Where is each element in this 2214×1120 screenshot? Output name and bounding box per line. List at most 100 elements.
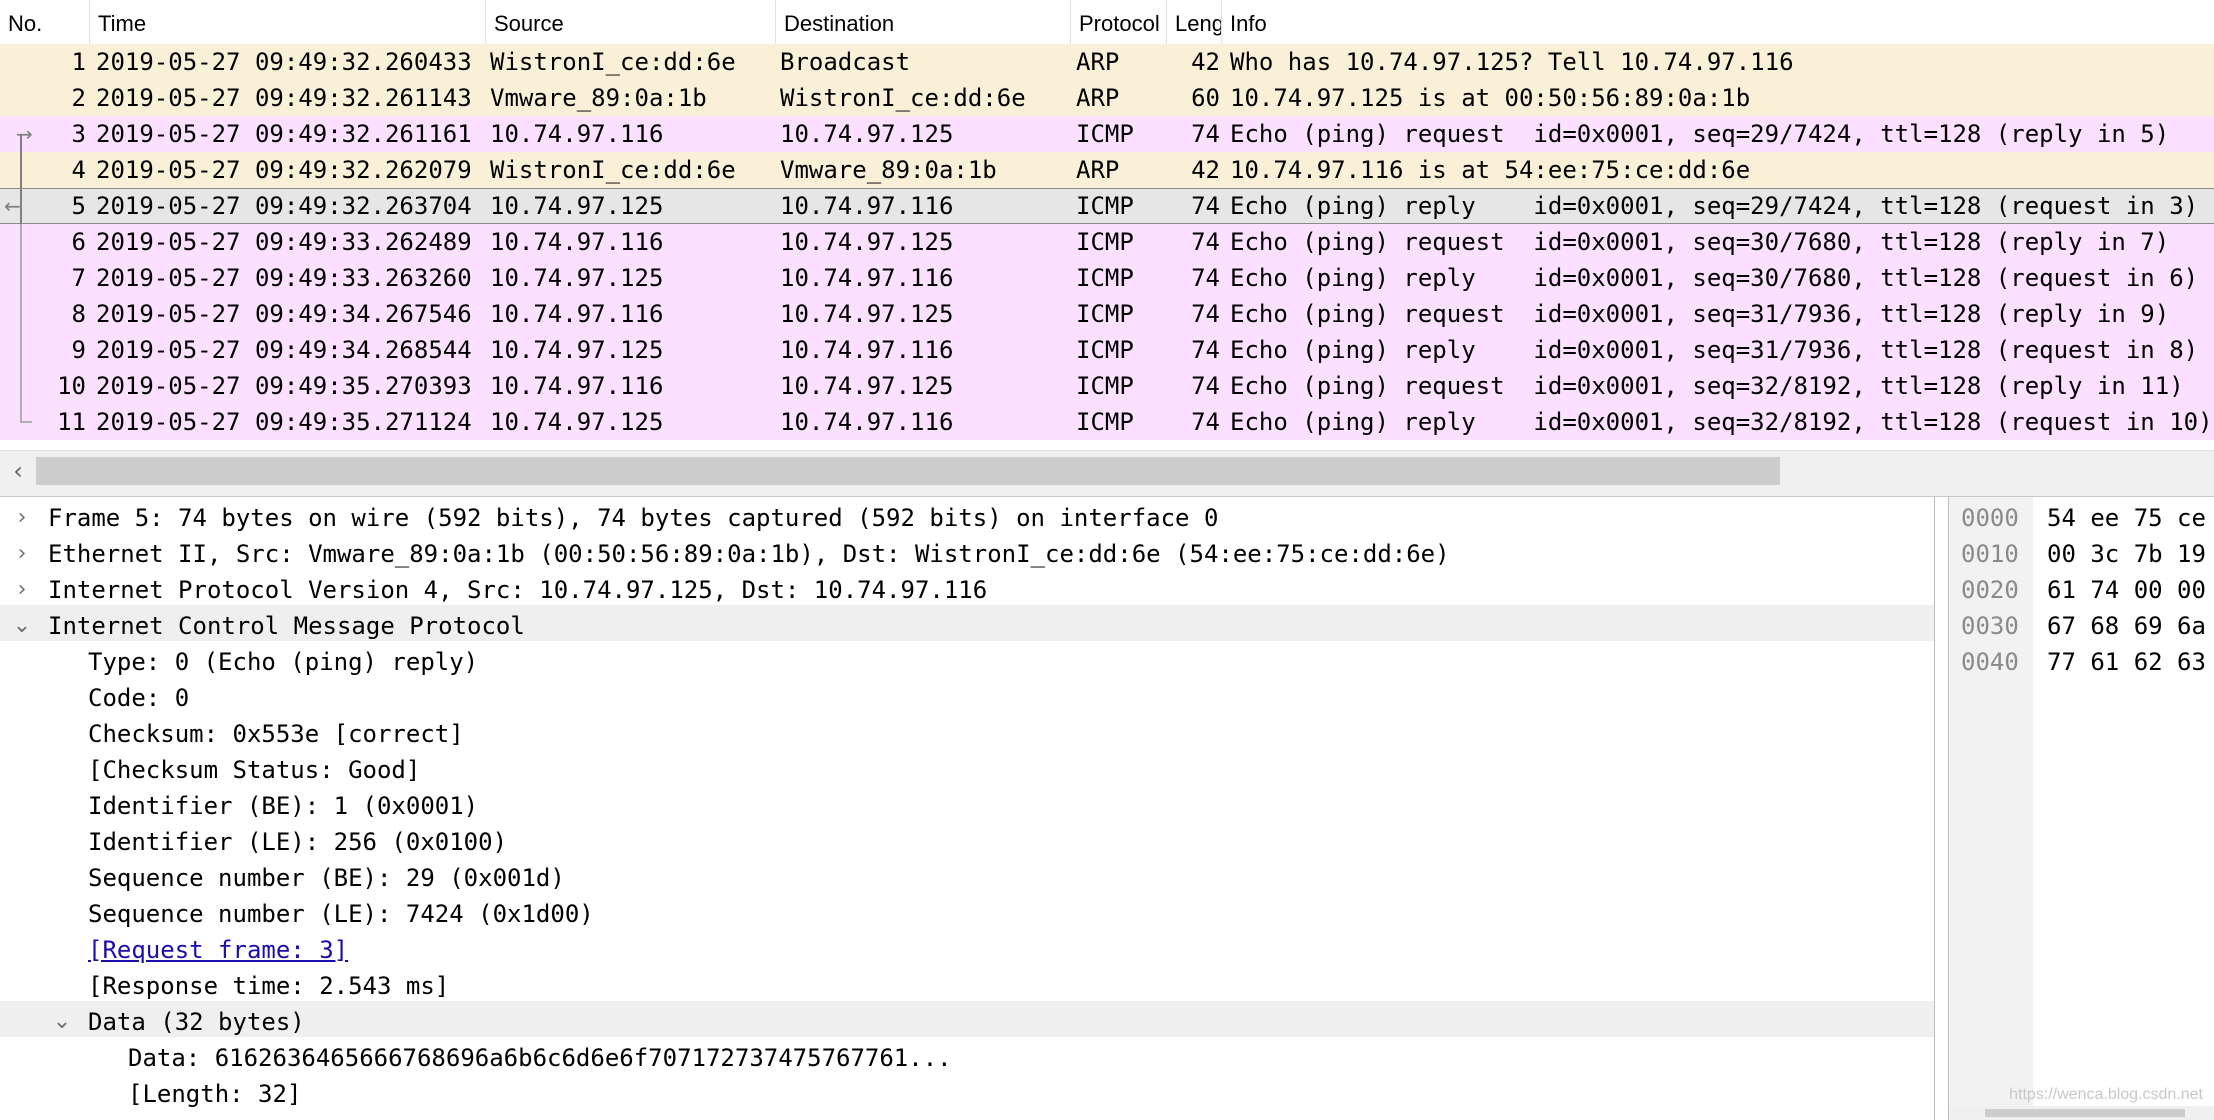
column-time[interactable]: Time [90,0,486,44]
hex-row[interactable]: 0020 61 74 00 00 [1949,569,2214,605]
packet-destination: Broadcast [780,48,911,76]
packet-length: 74 [1191,336,1220,364]
tree-field-identifier-be[interactable]: Identifier (BE): 1 (0x0001) [0,785,1934,821]
tree-field-response-time[interactable]: [Response time: 2.543 ms] [0,965,1934,1001]
tree-field-sequence-be[interactable]: Sequence number (BE): 29 (0x001d) [0,857,1934,893]
chevron-down-icon[interactable]: ⌄ [50,1001,74,1037]
pane-splitter[interactable] [0,490,2214,497]
packet-source: WistronI_ce:dd:6e [490,48,736,76]
packet-length: 42 [1191,48,1220,76]
packet-no: 9 [71,336,86,364]
column-no[interactable]: No. [0,0,90,44]
packet-row[interactable]: 11 2019-05-27 09:49:35.271124 10.74.97.1… [0,404,2214,440]
scrollbar-thumb[interactable] [36,457,1780,485]
tree-field-code[interactable]: Code: 0 [0,677,1934,713]
packet-time: 2019-05-27 09:49:33.262489 [96,228,472,256]
packet-info: Echo (ping) request id=0x0001, seq=29/74… [1230,120,2170,148]
packet-rows: 1 2019-05-27 09:49:32.260433 WistronI_ce… [0,44,2214,440]
packet-time: 2019-05-27 09:49:32.261143 [96,84,472,112]
hex-row[interactable]: 0040 77 61 62 63 [1949,641,2214,677]
hex-bytes[interactable]: 77 61 62 63 [2047,641,2206,683]
packet-destination: 10.74.97.125 [780,120,954,148]
packet-length: 74 [1191,192,1220,220]
tree-field-checksum[interactable]: Checksum: 0x553e [correct] [0,713,1934,749]
hex-row[interactable]: 0000 54 ee 75 ce [1949,497,2214,533]
tree-item-icmp[interactable]: ⌄ Internet Control Message Protocol [0,605,1934,641]
column-destination[interactable]: Destination [776,0,1071,44]
packet-destination: 10.74.97.125 [780,372,954,400]
packet-time: 2019-05-27 09:49:32.263704 [96,192,472,220]
packet-source: 10.74.97.125 [490,192,664,220]
packet-row[interactable]: 7 2019-05-27 09:49:33.263260 10.74.97.12… [0,260,2214,296]
tree-field-sequence-le[interactable]: Sequence number (LE): 7424 (0x1d00) [0,893,1934,929]
tree-field-identifier-le[interactable]: Identifier (LE): 256 (0x0100) [0,821,1934,857]
tree-item-frame[interactable]: › Frame 5: 74 bytes on wire (592 bits), … [0,497,1934,533]
packet-time: 2019-05-27 09:49:34.268544 [96,336,472,364]
packet-no: 1 [71,48,86,76]
chevron-right-icon[interactable]: › [10,497,34,533]
packet-row[interactable]: 6 2019-05-27 09:49:33.262489 10.74.97.11… [0,224,2214,260]
packet-no: 8 [71,300,86,328]
packet-length: 60 [1191,84,1220,112]
packet-row-selected[interactable]: ← 5 2019-05-27 09:49:32.263704 10.74.97.… [0,188,2214,224]
packet-length: 74 [1191,228,1220,256]
packet-list-horizontal-scrollbar[interactable]: ‹ [0,450,2214,491]
packet-length: 74 [1191,300,1220,328]
tree-field-length[interactable]: [Length: 32] [0,1073,1934,1109]
packet-row[interactable]: 10 2019-05-27 09:49:35.270393 10.74.97.1… [0,368,2214,404]
scrollbar-thumb[interactable] [1985,1109,2185,1117]
packet-info: Echo (ping) request id=0x0001, seq=31/79… [1230,300,2170,328]
column-length[interactable]: Leng [1167,0,1222,44]
packet-length: 42 [1191,156,1220,184]
chevron-down-icon[interactable]: ⌄ [10,605,34,641]
packet-time: 2019-05-27 09:49:35.270393 [96,372,472,400]
packet-no: 11 [57,408,86,436]
tree-item-data[interactable]: ⌄ Data (32 bytes) [0,1001,1934,1037]
packet-row[interactable]: 4 2019-05-27 09:49:32.262079 WistronI_ce… [0,152,2214,188]
packet-source: 10.74.97.125 [490,336,664,364]
hex-row[interactable]: 0030 67 68 69 6a [1949,605,2214,641]
packet-info: Echo (ping) reply id=0x0001, seq=32/8192… [1230,408,2213,436]
tree-field-label: [Length: 32] [128,1080,302,1108]
packet-destination: 10.74.97.116 [780,408,954,436]
tree-field-request-frame[interactable]: [Request frame: 3] [0,929,1934,965]
column-info[interactable]: Info [1222,0,2214,44]
tree-item-ipv4[interactable]: › Internet Protocol Version 4, Src: 10.7… [0,569,1934,605]
packet-row[interactable]: → 3 2019-05-27 09:49:32.261161 10.74.97.… [0,116,2214,152]
packet-no: 4 [71,156,86,184]
packet-info: 10.74.97.116 is at 54:ee:75:ce:dd:6e [1230,156,1751,184]
tree-item-ethernet[interactable]: › Ethernet II, Src: Vmware_89:0a:1b (00:… [0,533,1934,569]
packet-row[interactable]: 2 2019-05-27 09:49:32.261143 Vmware_89:0… [0,80,2214,116]
packet-length: 74 [1191,264,1220,292]
column-source[interactable]: Source [486,0,776,44]
chevron-right-icon[interactable]: › [10,533,34,569]
packet-source: 10.74.97.116 [490,120,664,148]
packet-source: 10.74.97.125 [490,264,664,292]
packet-info: 10.74.97.125 is at 00:50:56:89:0a:1b [1230,84,1751,112]
packet-time: 2019-05-27 09:49:33.263260 [96,264,472,292]
hex-row[interactable]: 0010 00 3c 7b 19 [1949,533,2214,569]
packet-destination: Vmware_89:0a:1b [780,156,997,184]
packet-length: 74 [1191,372,1220,400]
column-header: No. Time Source Destination Protocol Len… [0,0,2214,45]
scroll-left-icon[interactable]: ‹ [6,451,30,491]
packet-destination: 10.74.97.116 [780,336,954,364]
packet-time: 2019-05-27 09:49:32.262079 [96,156,472,184]
tree-field-data[interactable]: Data: 6162636465666768696a6b6c6d6e6f7071… [0,1037,1934,1073]
packet-destination: 10.74.97.125 [780,300,954,328]
packet-no: 2 [71,84,86,112]
packet-info: Echo (ping) request id=0x0001, seq=30/76… [1230,228,2170,256]
packet-destination: 10.74.97.125 [780,228,954,256]
packet-row[interactable]: 1 2019-05-27 09:49:32.260433 WistronI_ce… [0,44,2214,80]
packet-row[interactable]: 9 2019-05-27 09:49:34.268544 10.74.97.12… [0,332,2214,368]
packet-no: 3 [71,120,86,148]
column-protocol[interactable]: Protocol [1071,0,1167,44]
packet-row[interactable]: 8 2019-05-27 09:49:34.267546 10.74.97.11… [0,296,2214,332]
tree-field-type[interactable]: Type: 0 (Echo (ping) reply) [0,641,1934,677]
chevron-right-icon[interactable]: › [10,569,34,605]
bytes-horizontal-scrollbar[interactable] [1949,1106,2214,1120]
packet-no: 5 [71,192,86,220]
packet-destination: 10.74.97.116 [780,264,954,292]
hex-offset: 0040 [1961,648,2019,676]
tree-field-checksum-status[interactable]: [Checksum Status: Good] [0,749,1934,785]
